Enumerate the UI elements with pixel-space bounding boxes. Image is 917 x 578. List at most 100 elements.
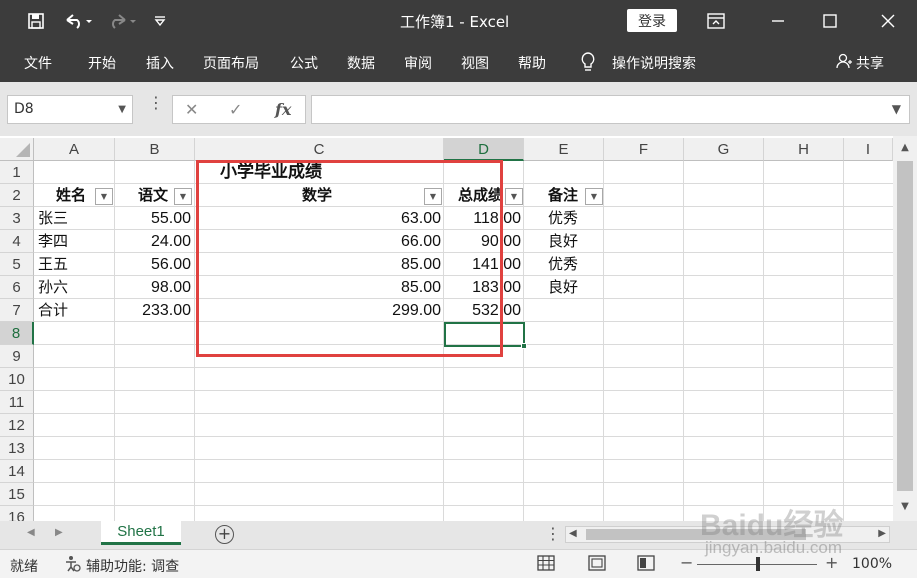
- name-box-value: D8: [14, 101, 34, 117]
- table-cell[interactable]: 优秀: [548, 207, 578, 230]
- table-cell[interactable]: 李四: [38, 230, 68, 253]
- tab-page-layout[interactable]: 页面布局: [203, 53, 259, 73]
- column-header-b[interactable]: B: [115, 138, 195, 161]
- gridline: [34, 436, 893, 437]
- formula-input[interactable]: ▼: [311, 95, 910, 124]
- header-chinese[interactable]: 语文: [138, 184, 168, 207]
- row-header-7[interactable]: 7: [0, 299, 34, 322]
- column-header-i[interactable]: I: [844, 138, 893, 161]
- row-header-8[interactable]: 8: [0, 322, 34, 345]
- header-name[interactable]: 姓名: [56, 184, 86, 207]
- more-options-icon[interactable]: ⋮: [148, 95, 164, 118]
- row-header-3[interactable]: 3: [0, 207, 34, 230]
- filter-dropdown-remark[interactable]: ▼: [585, 188, 603, 205]
- enter-icon[interactable]: ✓: [229, 100, 242, 119]
- row-header-9[interactable]: 9: [0, 345, 34, 368]
- select-all-button[interactable]: [0, 138, 34, 161]
- normal-view-icon[interactable]: [537, 555, 555, 575]
- column-header-d[interactable]: D: [444, 138, 524, 161]
- row-header-10[interactable]: 10: [0, 368, 34, 391]
- fill-handle[interactable]: [521, 343, 527, 349]
- vertical-scrollbar[interactable]: ▲ ▼: [893, 136, 917, 521]
- row-header-16[interactable]: 16: [0, 506, 34, 521]
- column-header-c[interactable]: C: [195, 138, 444, 161]
- name-box[interactable]: D8 ▼: [7, 95, 133, 124]
- redo-icon[interactable]: [104, 9, 140, 33]
- chevron-down-icon[interactable]: ▼: [118, 96, 126, 123]
- table-cell[interactable]: 55.00: [115, 207, 191, 230]
- zoom-slider-thumb[interactable]: [756, 557, 760, 571]
- undo-icon[interactable]: [60, 9, 96, 33]
- row-header-4[interactable]: 4: [0, 230, 34, 253]
- column-header-g[interactable]: G: [684, 138, 764, 161]
- scroll-up-icon[interactable]: ▲: [897, 142, 913, 158]
- tab-splitter-icon[interactable]: ⋮: [545, 524, 561, 543]
- minimize-icon[interactable]: [763, 9, 793, 33]
- zoom-level[interactable]: 100%: [852, 556, 892, 572]
- page-break-view-icon[interactable]: [637, 555, 655, 575]
- prev-sheet-icon[interactable]: ◀: [27, 527, 35, 538]
- row-header-11[interactable]: 11: [0, 391, 34, 414]
- header-remark[interactable]: 备注: [548, 184, 578, 207]
- cancel-icon[interactable]: ✕: [185, 100, 198, 119]
- scroll-right-icon[interactable]: ▶: [878, 528, 886, 539]
- close-icon[interactable]: [873, 9, 903, 33]
- row-header-1[interactable]: 1: [0, 161, 34, 184]
- accessibility-status[interactable]: 辅助功能: 调查: [86, 556, 179, 576]
- next-sheet-icon[interactable]: ▶: [55, 527, 63, 538]
- tab-file[interactable]: 文件: [24, 53, 52, 73]
- zoom-out-icon[interactable]: −: [680, 553, 693, 572]
- tab-review[interactable]: 审阅: [404, 53, 432, 73]
- table-cell[interactable]: 优秀: [548, 253, 578, 276]
- row-header-5[interactable]: 5: [0, 253, 34, 276]
- row-header-14[interactable]: 14: [0, 460, 34, 483]
- scroll-left-icon[interactable]: ◀: [569, 528, 577, 539]
- filter-dropdown-total[interactable]: ▼: [505, 188, 523, 205]
- table-cell[interactable]: 24.00: [115, 230, 191, 253]
- row-header-12[interactable]: 12: [0, 414, 34, 437]
- filter-dropdown-chinese[interactable]: ▼: [174, 188, 192, 205]
- column-header-e[interactable]: E: [524, 138, 604, 161]
- chevron-down-icon[interactable]: ▼: [892, 102, 901, 116]
- tab-formulas[interactable]: 公式: [290, 53, 318, 73]
- table-cell[interactable]: 良好: [548, 230, 578, 253]
- add-sheet-icon[interactable]: +: [215, 525, 234, 544]
- table-cell[interactable]: 98.00: [115, 276, 191, 299]
- table-cell[interactable]: 合计: [38, 299, 68, 322]
- scroll-down-icon[interactable]: ▼: [897, 501, 913, 517]
- table-cell[interactable]: 56.00: [115, 253, 191, 276]
- sheet-tab-sheet1[interactable]: Sheet1: [101, 521, 181, 545]
- ribbon-display-icon[interactable]: [701, 9, 731, 33]
- table-cell[interactable]: 孙六: [38, 276, 68, 299]
- tell-me-search[interactable]: 操作说明搜索: [612, 53, 696, 73]
- column-header-f[interactable]: F: [604, 138, 684, 161]
- share-button[interactable]: 共享: [836, 53, 884, 73]
- row-header-6[interactable]: 6: [0, 276, 34, 299]
- insert-function-button[interactable]: fx: [275, 100, 291, 119]
- maximize-icon[interactable]: [815, 9, 845, 33]
- tab-insert[interactable]: 插入: [146, 53, 174, 73]
- tab-home[interactable]: 开始: [88, 53, 116, 73]
- filter-dropdown-name[interactable]: ▼: [95, 188, 113, 205]
- row-header-13[interactable]: 13: [0, 437, 34, 460]
- row-header-15[interactable]: 15: [0, 483, 34, 506]
- page-layout-view-icon[interactable]: [588, 555, 606, 575]
- tab-data[interactable]: 数据: [347, 53, 375, 73]
- column-header-a[interactable]: A: [34, 138, 115, 161]
- vertical-scroll-thumb[interactable]: [897, 161, 913, 491]
- lightbulb-icon[interactable]: [580, 51, 596, 77]
- column-header-h[interactable]: H: [764, 138, 844, 161]
- gridline: [34, 459, 893, 460]
- row-header-2[interactable]: 2: [0, 184, 34, 207]
- save-icon[interactable]: [24, 9, 48, 33]
- login-button[interactable]: 登录: [627, 9, 677, 32]
- table-cell[interactable]: 233.00: [115, 299, 191, 322]
- table-cell[interactable]: 王五: [38, 253, 68, 276]
- table-cell[interactable]: 张三: [38, 207, 68, 230]
- tab-help[interactable]: 帮助: [518, 53, 546, 73]
- customize-icon[interactable]: [150, 9, 170, 33]
- tab-view[interactable]: 视图: [461, 53, 489, 73]
- worksheet-grid[interactable]: ABCDEFGHI 1 2 3 4 5 6 7 8 9 10 11 12 13 14 15 16 小学毕业成绩…: [0, 136, 917, 521]
- window-title: 工作簿1 - Excel: [400, 13, 510, 31]
- table-cell[interactable]: 良好: [548, 276, 578, 299]
